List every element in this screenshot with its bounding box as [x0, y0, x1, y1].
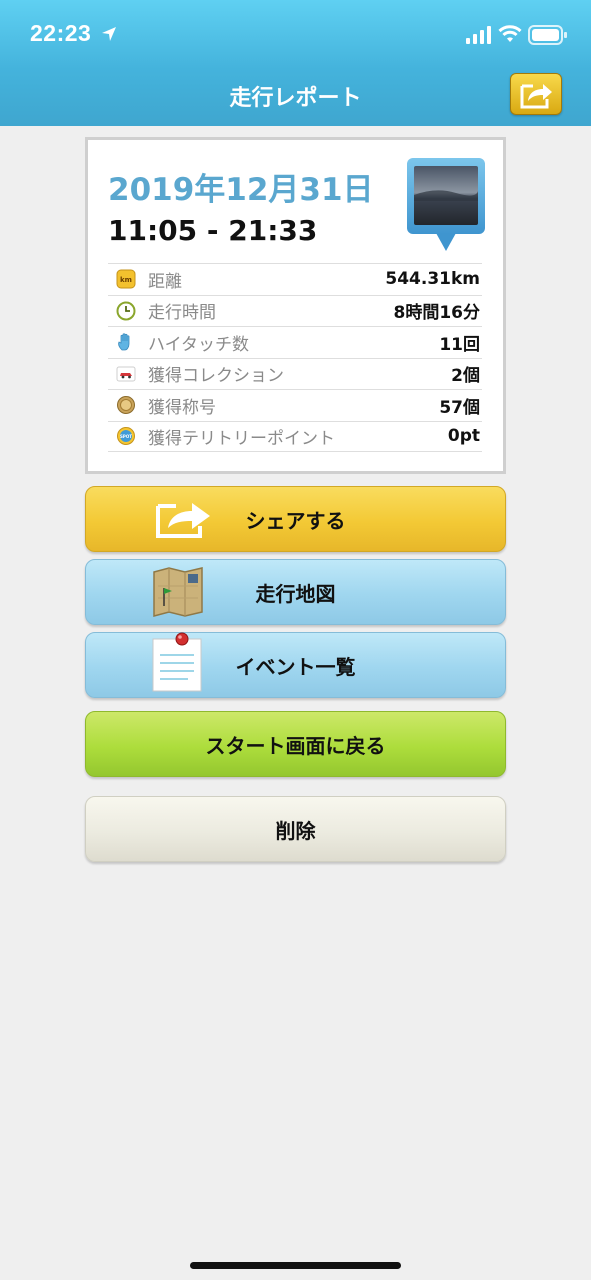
- memo-pin-icon: [152, 632, 202, 692]
- share-icon: [156, 503, 210, 538]
- stat-value: 544.31km: [385, 269, 480, 290]
- share-arrow-icon: [520, 84, 552, 109]
- stat-value: 2個: [451, 366, 480, 387]
- report-date: 2019年12月31日: [108, 172, 374, 208]
- stat-row-hightouch: ハイタッチ数 11回: [108, 326, 482, 358]
- stat-label: 走行時間: [148, 303, 216, 324]
- route-map-button-label: 走行地図: [255, 581, 336, 606]
- stat-row-distance: km 距離 544.31km: [108, 263, 482, 295]
- delete-button[interactable]: 削除: [85, 796, 506, 862]
- stat-value: 0pt: [447, 426, 480, 447]
- wifi-icon: [498, 25, 522, 42]
- battery-icon: [528, 25, 567, 45]
- stat-row-time: 走行時間 8時間16分: [108, 294, 482, 327]
- back-to-start-button-label: スタート画面に戻る: [205, 733, 386, 758]
- signal-icon: [466, 26, 491, 44]
- route-map-button[interactable]: 走行地図: [85, 559, 506, 625]
- stat-value: 57個: [439, 397, 480, 418]
- stats-list: km 距離 544.31km 走行時間 8時間16分 ハイタッチ数 11回 獲得…: [108, 263, 482, 452]
- medal-icon: [116, 395, 136, 415]
- stat-value: 8時間16分: [393, 303, 481, 324]
- stat-row-title: 獲得称号 57個: [108, 389, 482, 421]
- stat-value: 11回: [439, 334, 480, 355]
- report-time-range: 11:05 - 21:33: [108, 214, 318, 247]
- clock-icon: [116, 301, 136, 321]
- delete-button-label: 削除: [275, 818, 316, 843]
- hand-icon: [116, 332, 136, 352]
- share-top-button[interactable]: [510, 73, 562, 115]
- stat-row-territory: SPOT 獲得テリトリーポイント 0pt: [108, 420, 482, 452]
- map-icon: [153, 567, 203, 617]
- stat-row-collection: 獲得コレクション 2個: [108, 357, 482, 390]
- home-indicator[interactable]: [190, 1262, 401, 1269]
- header-bar: 22:23 走行レポート: [0, 0, 591, 126]
- stat-label: ハイタッチ数: [148, 334, 249, 355]
- location-arrow-icon: [102, 27, 116, 41]
- event-list-button-label: イベント一覧: [235, 654, 356, 679]
- stat-label: 獲得テリトリーポイント: [148, 428, 335, 449]
- share-button-label: シェアする: [245, 508, 346, 533]
- status-time: 22:23: [30, 20, 92, 46]
- event-list-button[interactable]: イベント一覧: [85, 632, 506, 698]
- report-card: 2019年12月31日 11:05 - 21:33 km 距離 544.31km…: [85, 137, 506, 474]
- page-title: 走行レポート: [229, 86, 362, 111]
- stat-label: 獲得称号: [148, 397, 216, 418]
- car-icon: [116, 364, 136, 384]
- stat-label: 距離: [148, 271, 182, 292]
- svg-text:SPOT: SPOT: [120, 434, 132, 439]
- spot-icon: SPOT: [116, 426, 136, 446]
- share-button[interactable]: シェアする: [85, 486, 506, 552]
- km-icon: km: [116, 269, 136, 289]
- svg-text:km: km: [120, 276, 132, 284]
- stat-label: 獲得コレクション: [148, 366, 284, 387]
- photo-pin-thumbnail[interactable]: [406, 157, 486, 255]
- back-to-start-button[interactable]: スタート画面に戻る: [85, 711, 506, 777]
